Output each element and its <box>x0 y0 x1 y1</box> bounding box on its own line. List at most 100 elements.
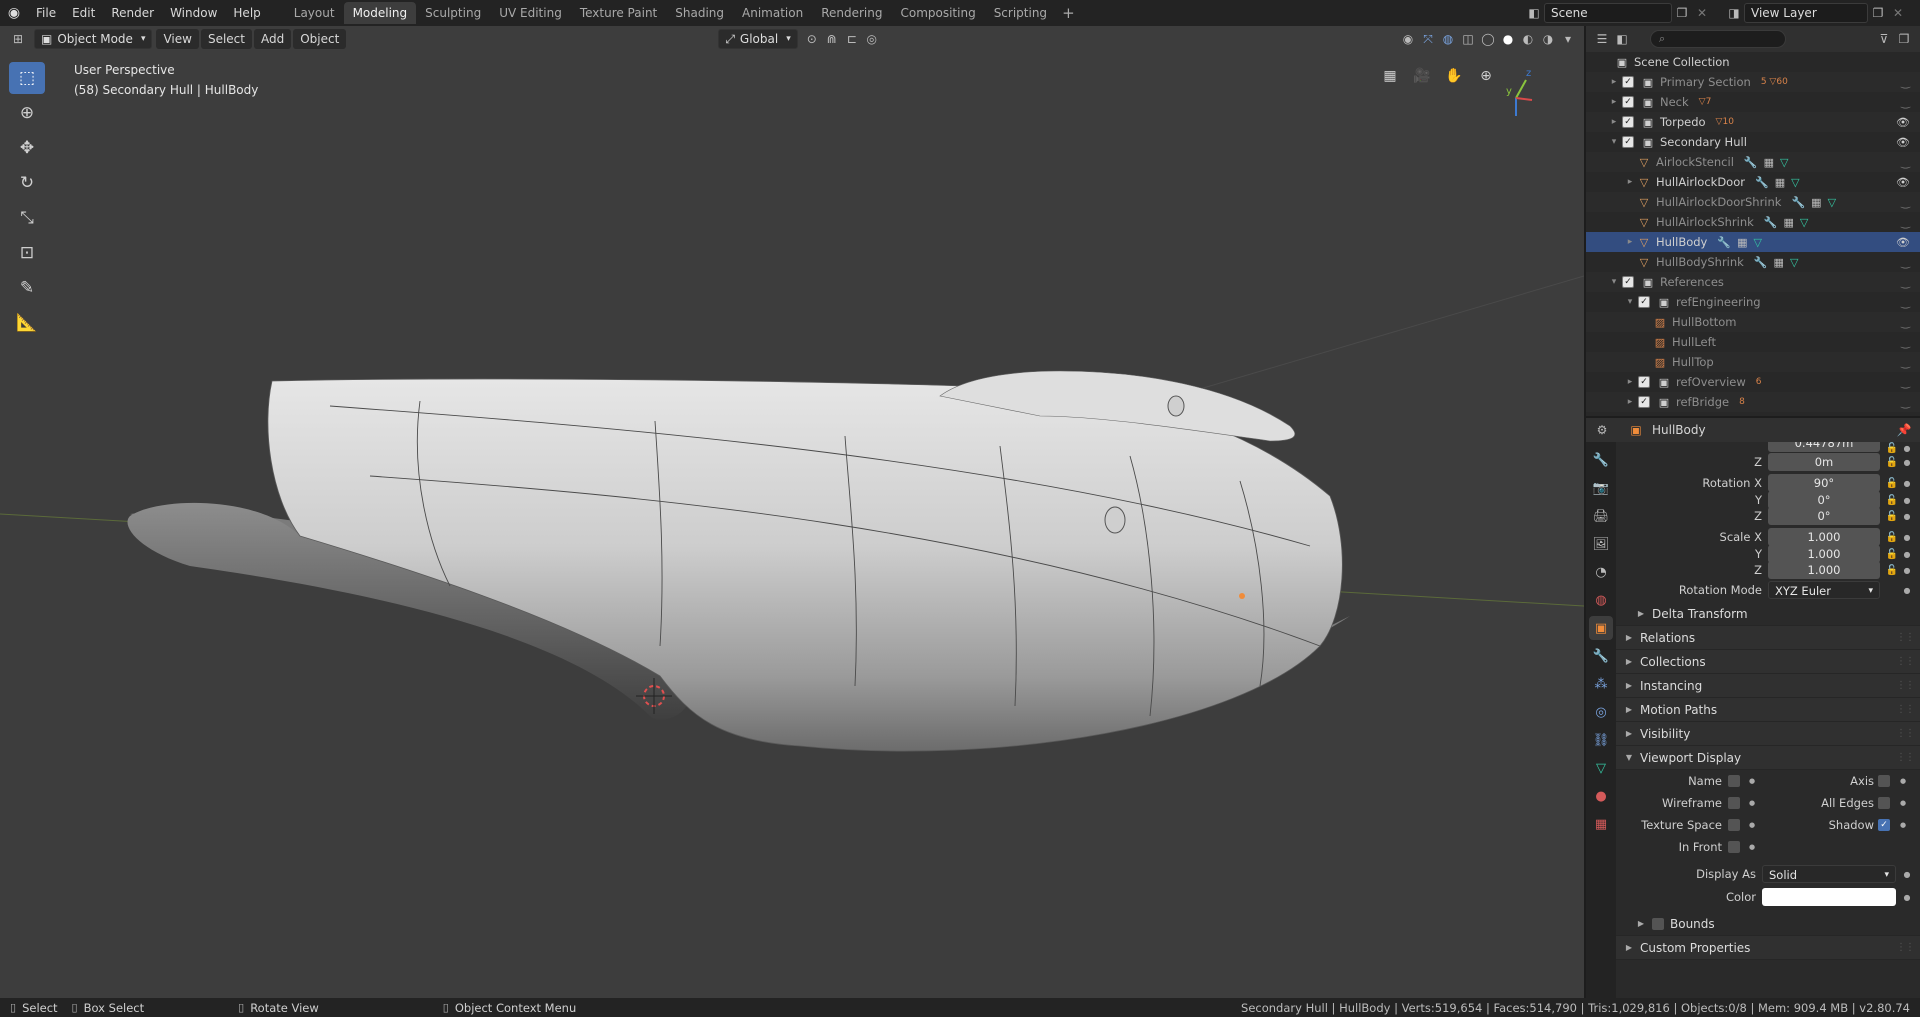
menu-select[interactable]: Select <box>200 29 252 49</box>
proportional-edit-icon[interactable]: ◎ <box>862 29 882 49</box>
lock-icon[interactable]: 🔓 <box>1884 549 1900 560</box>
orientation-dropdown[interactable]: ⤢ Global ▾ <box>718 29 798 49</box>
world-tab-icon[interactable]: ◍ <box>1589 588 1613 612</box>
filter-icon[interactable]: ⊽ <box>1874 29 1894 49</box>
tab-shading[interactable]: Shading <box>666 2 733 24</box>
scene-collection-row[interactable]: ▣ Scene Collection <box>1586 52 1920 72</box>
child-count-badge[interactable]: 8 <box>1739 397 1745 407</box>
tab-modeling[interactable]: Modeling <box>343 2 417 24</box>
tab-animation[interactable]: Animation <box>733 2 812 24</box>
camera-view-icon[interactable]: 🎥 <box>1408 62 1436 90</box>
outliner-row[interactable]: ▸ ✓ ▣ Primary Section 5 ▽60 ‿ <box>1586 72 1920 92</box>
move-tool-icon[interactable]: ✥ <box>9 132 45 164</box>
tab-scripting[interactable]: Scripting <box>985 2 1056 24</box>
eye-closed-icon[interactable]: ‿ <box>1901 196 1910 209</box>
eye-closed-icon[interactable]: ‿ <box>1901 356 1910 369</box>
render-tab-icon[interactable]: 📷 <box>1589 476 1613 500</box>
constraints-tab-icon[interactable]: ⛓ <box>1589 728 1613 752</box>
eye-closed-icon[interactable]: ‿ <box>1901 316 1910 329</box>
keyframe-dot-icon[interactable]: ● <box>1749 799 1755 807</box>
grip-icon[interactable]: ⋮⋮ <box>1896 656 1915 667</box>
tool-tab-icon[interactable]: 🔧 <box>1589 448 1613 472</box>
collapsed-panel[interactable]: ▶ Relations ⋮⋮ <box>1616 626 1920 650</box>
grip-icon[interactable]: ⋮⋮ <box>1896 752 1915 763</box>
lock-icon[interactable]: 🔓 <box>1884 443 1900 454</box>
view-layer-name-field[interactable]: View Layer <box>1744 3 1868 23</box>
eye-icon[interactable]: 👁 <box>1896 236 1910 249</box>
material-tab-icon[interactable]: ● <box>1589 784 1613 808</box>
expand-toggle-icon[interactable]: ▸ <box>1624 397 1636 407</box>
object-data-icon[interactable]: ▦ <box>1764 156 1774 169</box>
lock-icon[interactable]: 🔓 <box>1884 478 1900 489</box>
eye-closed-icon[interactable]: ‿ <box>1901 276 1910 289</box>
name-checkbox[interactable] <box>1728 775 1740 787</box>
shading-options-icon[interactable]: ▾ <box>1558 29 1578 49</box>
keyframe-dot-icon[interactable]: ● <box>1749 821 1755 829</box>
grip-icon[interactable]: ⋮⋮ <box>1896 680 1915 691</box>
field-value[interactable]: 0m <box>1768 453 1880 471</box>
delete-view-layer-icon[interactable]: ✕ <box>1888 3 1908 23</box>
tab-sculpting[interactable]: Sculpting <box>416 2 490 24</box>
data-tab-icon[interactable]: ▽ <box>1589 756 1613 780</box>
keyframe-dot-icon[interactable]: ● <box>1900 586 1914 595</box>
snap-icon[interactable]: ⋒ <box>822 29 842 49</box>
pan-hand-icon[interactable]: ✋ <box>1440 62 1468 90</box>
keyframe-dot-icon[interactable]: ● <box>1900 458 1914 467</box>
expand-toggle-icon[interactable]: ▸ <box>1608 97 1620 107</box>
object-data-icon[interactable]: ▦ <box>1775 176 1785 189</box>
mesh-data-icon[interactable]: ▽ <box>1780 156 1788 169</box>
scale-tool-icon[interactable]: ⤡ <box>9 202 45 234</box>
menu-window[interactable]: Window <box>162 0 225 26</box>
overlay-icon[interactable]: ◍ <box>1438 29 1458 49</box>
snap-target-icon[interactable]: ⊏ <box>842 29 862 49</box>
rotate-tool-icon[interactable]: ↻ <box>9 167 45 199</box>
view-layer-icon[interactable]: ◨ <box>1724 3 1744 23</box>
object-data-icon[interactable]: ▦ <box>1737 236 1747 249</box>
rotation-mode-dropdown[interactable]: XYZ Euler ▾ <box>1768 581 1880 599</box>
properties-editor-icon[interactable]: ⚙ <box>1592 420 1612 440</box>
select-box-tool-icon[interactable]: ⬚ <box>9 62 45 94</box>
menu-file[interactable]: File <box>28 0 64 26</box>
view-layer-tab-icon[interactable]: 🖼 <box>1589 532 1613 556</box>
new-collection-icon[interactable]: ❐ <box>1894 29 1914 49</box>
wireframe-checkbox[interactable] <box>1728 797 1740 809</box>
scene-icon[interactable]: ◧ <box>1524 3 1544 23</box>
solid-shading-icon[interactable]: ● <box>1498 29 1518 49</box>
outliner-row[interactable]: ▨ HullTop ‿ <box>1586 352 1920 372</box>
keyframe-dot-icon[interactable]: ● <box>1900 799 1906 807</box>
exclude-checkbox[interactable]: ✓ <box>1622 136 1634 148</box>
outliner-row[interactable]: ▸ ✓ ▣ refBridge 8 ‿ <box>1586 392 1920 412</box>
outliner-row[interactable]: ▽ HullBodyShrink 🔧 ▦ ▽ ‿ <box>1586 252 1920 272</box>
expand-toggle-icon[interactable]: ▸ <box>1624 237 1636 247</box>
editor-type-icon[interactable]: ⊞ <box>8 29 28 49</box>
expand-toggle-icon[interactable]: ▸ <box>1624 177 1636 187</box>
pivot-icon[interactable]: ⊙ <box>802 29 822 49</box>
modifier-wrench-icon[interactable]: 🔧 <box>1764 216 1778 229</box>
eye-closed-icon[interactable]: ‿ <box>1901 76 1910 89</box>
lock-icon[interactable]: 🔓 <box>1884 532 1900 543</box>
cursor-tool-icon[interactable]: ⊕ <box>9 97 45 129</box>
exclude-checkbox[interactable]: ✓ <box>1638 296 1650 308</box>
annotate-tool-icon[interactable]: ✎ <box>9 272 45 304</box>
grid-view-icon[interactable]: ▦ <box>1376 62 1404 90</box>
menu-add[interactable]: Add <box>253 29 292 49</box>
lock-icon[interactable]: 🔓 <box>1884 511 1900 522</box>
outliner-row[interactable]: ▨ HullBottom ‿ <box>1586 312 1920 332</box>
outliner-row[interactable]: ▸ ▽ HullAirlockDoor 🔧 ▦ ▽ 👁 <box>1586 172 1920 192</box>
pin-icon[interactable]: 📌 <box>1894 420 1914 440</box>
keyframe-dot-icon[interactable]: ● <box>1749 843 1755 851</box>
outliner-search-input[interactable]: ⌕ <box>1650 30 1786 48</box>
child-count-badge[interactable]: ▽7 <box>1699 97 1712 107</box>
particles-tab-icon[interactable]: ⁂ <box>1589 672 1613 696</box>
bounds-panel[interactable]: ▶ Bounds <box>1616 912 1920 936</box>
axis-gizmo[interactable] <box>1515 79 1533 116</box>
keyframe-dot-icon[interactable]: ● <box>1900 444 1914 453</box>
modifier-wrench-icon[interactable]: 🔧 <box>1791 196 1805 209</box>
exclude-checkbox[interactable]: ✓ <box>1622 96 1634 108</box>
add-workspace-icon[interactable]: + <box>1056 4 1081 22</box>
wireframe-shading-icon[interactable]: ◯ <box>1478 29 1498 49</box>
eye-closed-icon[interactable]: ‿ <box>1901 376 1910 389</box>
modifier-wrench-icon[interactable]: 🔧 <box>1717 236 1731 249</box>
gizmo-icon[interactable]: ⤧ <box>1418 29 1438 49</box>
in-front-checkbox[interactable] <box>1728 841 1740 853</box>
